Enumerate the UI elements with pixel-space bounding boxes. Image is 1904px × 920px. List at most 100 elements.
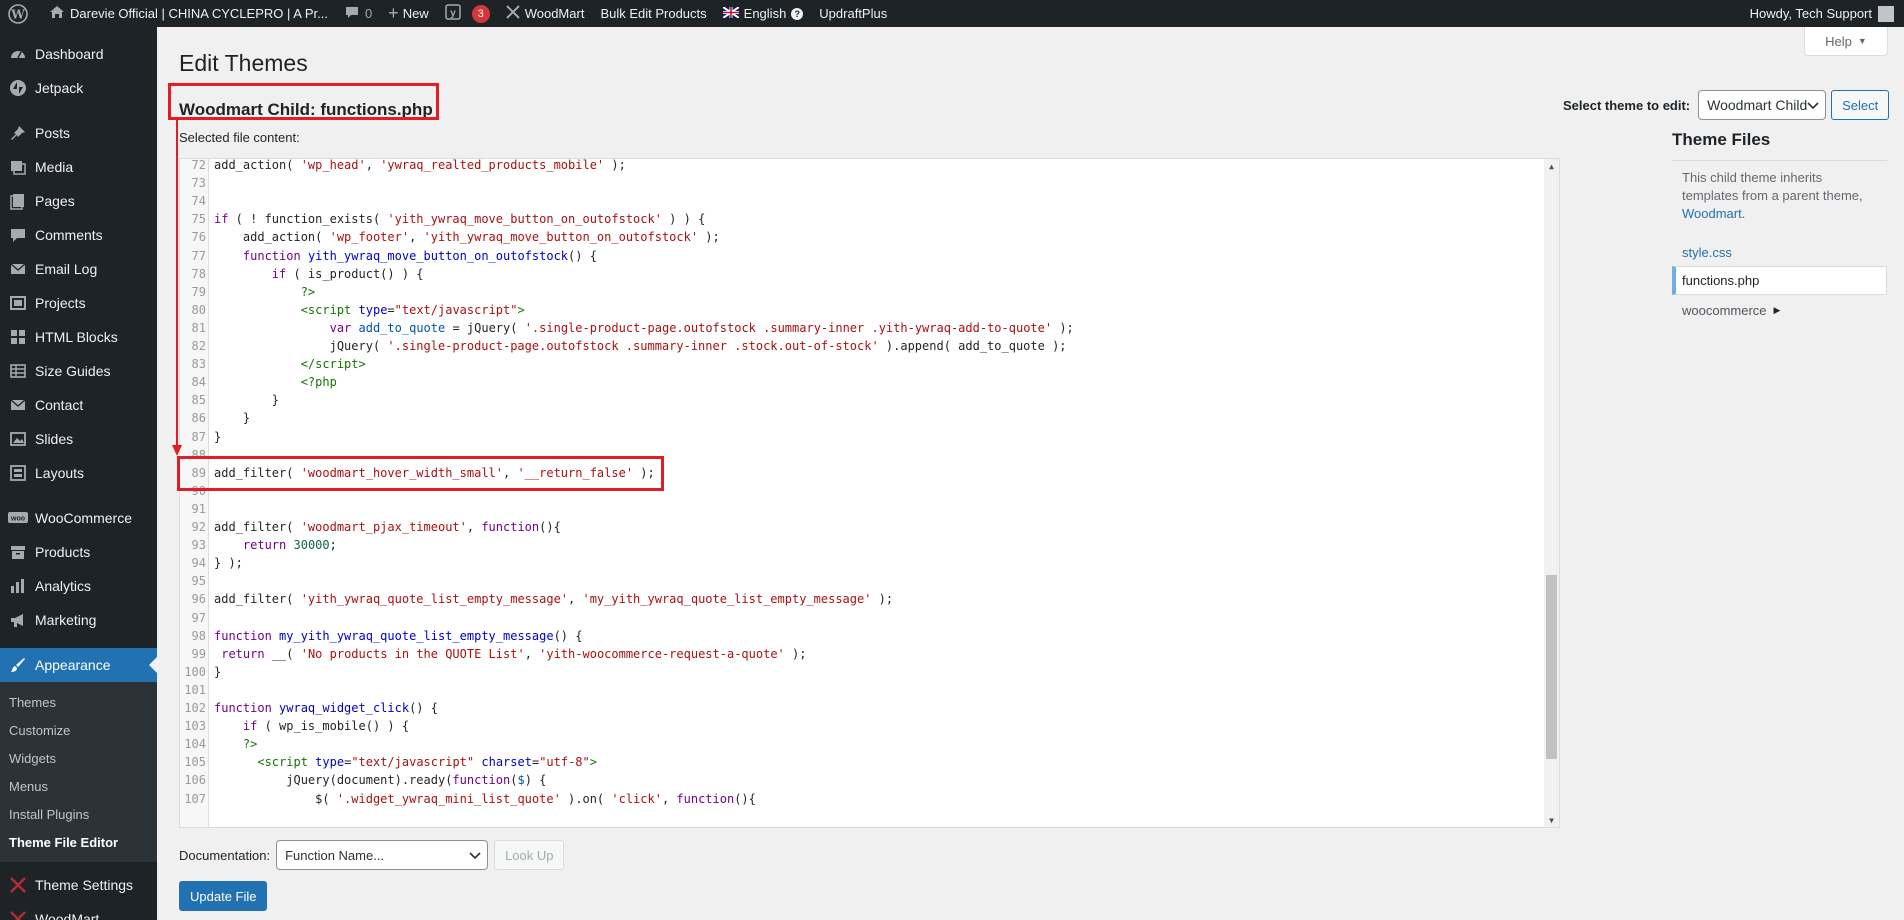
code-line[interactable]: 104 ?>	[180, 735, 1540, 753]
menu-analytics[interactable]: Analytics	[0, 569, 157, 603]
file-style-css[interactable]: style.css	[1672, 239, 1887, 266]
submenu-customize[interactable]: Customize	[0, 717, 157, 745]
menu-comments[interactable]: Comments	[0, 218, 157, 252]
code-line[interactable]: 96 add_filter( 'yith_ywraq_quote_list_emp…	[180, 590, 1540, 608]
code-line[interactable]: 83 </script>	[180, 355, 1540, 373]
code-line[interactable]: 74	[180, 192, 1540, 210]
woodmart-menu[interactable]: WoodMart	[498, 0, 593, 27]
yoast-menu[interactable]: y 3	[437, 0, 498, 27]
code-line[interactable]: 80 <script type="text/javascript">	[180, 301, 1540, 319]
code-line[interactable]: 94} );	[180, 554, 1540, 572]
menu-dashboard[interactable]: Dashboard	[0, 37, 157, 71]
menu-woodmart[interactable]: WoodMart	[0, 902, 157, 920]
chart-icon	[8, 576, 28, 596]
menu-appearance[interactable]: Appearance	[0, 648, 157, 682]
comments-link[interactable]: 0	[336, 0, 380, 27]
submenu-widgets[interactable]: Widgets	[0, 745, 157, 773]
dashboard-icon	[8, 44, 28, 64]
update-file-button[interactable]: Update File	[179, 881, 268, 911]
code-line[interactable]: 91	[180, 500, 1540, 518]
menu-email-log[interactable]: Email Log	[0, 252, 157, 286]
code-line[interactable]: 97	[180, 609, 1540, 627]
lookup-button[interactable]: Look Up	[494, 840, 565, 870]
code-line[interactable]: 98 function my_yith_ywraq_quote_list_empt…	[180, 627, 1540, 645]
admin-bar: W Darevie Official | CHINA CYCLEPRO | A …	[0, 0, 1904, 27]
new-label: New	[402, 6, 429, 21]
menu-marketing[interactable]: Marketing	[0, 603, 157, 637]
appearance-submenu: Themes Customize Widgets Menus Install P…	[0, 682, 157, 862]
submenu-themes[interactable]: Themes	[0, 689, 157, 717]
home-icon	[49, 4, 70, 23]
code-line[interactable]: 99 return __( 'No products in the QUOTE …	[180, 645, 1540, 663]
menu-layouts[interactable]: Layouts	[0, 456, 157, 490]
help-tab-button[interactable]: Help ▼	[1804, 27, 1888, 56]
folder-woocommerce[interactable]: woocommerce ▶	[1672, 295, 1887, 326]
menu-theme-settings[interactable]: Theme Settings	[0, 868, 157, 902]
code-line[interactable]: 107 $( '.widget_ywraq_mini_list_quote' )…	[180, 790, 1540, 808]
menu-media[interactable]: Media	[0, 150, 157, 184]
code-line[interactable]: 82 jQuery( '.single-product-page.outofst…	[180, 337, 1540, 355]
code-editor[interactable]: 72 add_action( 'wp_head', 'ywraq_realted_…	[179, 158, 1560, 828]
theme-select[interactable]: Woodmart Child	[1698, 90, 1827, 120]
main-content: Help ▼ Edit Themes Woodmart Child: funct…	[157, 27, 1904, 920]
select-button[interactable]: Select	[1831, 90, 1890, 120]
scroll-up-arrow-icon[interactable]: ▲	[1544, 159, 1559, 173]
menu-pages[interactable]: Pages	[0, 184, 157, 218]
function-name-select[interactable]: Function Name...	[276, 840, 489, 870]
scroll-thumb[interactable]	[1546, 575, 1557, 759]
menu-html-blocks[interactable]: HTML Blocks	[0, 320, 157, 354]
code-text: }	[214, 429, 222, 444]
code-line[interactable]: 93 return 30000;	[180, 536, 1540, 554]
code-text: function ywraq_widget_click() {	[214, 701, 438, 715]
language-label: English	[743, 6, 787, 21]
yoast-icon: y	[444, 3, 468, 24]
site-name-link[interactable]: Darevie Official | CHINA CYCLEPRO | A Pr…	[41, 0, 336, 27]
code-line[interactable]: 101	[180, 681, 1540, 699]
menu-contact[interactable]: Contact	[0, 388, 157, 422]
code-line[interactable]: 85 }	[180, 391, 1540, 409]
code-line[interactable]: 92 add_filter( 'woodmart_pjax_timeout', f…	[180, 518, 1540, 536]
code-line[interactable]: 86 }	[180, 409, 1540, 427]
menu-projects[interactable]: Projects	[0, 286, 157, 320]
line-number: 92	[191, 520, 206, 534]
menu-woocommerce[interactable]: woo WooCommerce	[0, 501, 157, 535]
code-line[interactable]: 73	[180, 174, 1540, 192]
code-line[interactable]: 95	[180, 572, 1540, 590]
howdy-text: Howdy, Tech Support	[1749, 6, 1872, 21]
code-line[interactable]: 77 function yith_ywraq_move_button_on_ou…	[180, 247, 1540, 265]
code-text: add_filter( 'yith_ywraq_quote_list_empty…	[214, 592, 894, 607]
code-line[interactable]: 106 jQuery(document).ready(function($) {	[180, 771, 1540, 789]
code-line[interactable]: 84 <?php	[180, 373, 1540, 391]
code-line[interactable]: 78 if ( is_product() ) {	[180, 265, 1540, 283]
language-switcher[interactable]: English ?	[715, 0, 812, 27]
scroll-down-arrow-icon[interactable]: ▼	[1544, 813, 1559, 827]
new-content-link[interactable]: + New	[380, 0, 437, 27]
code-line[interactable]: 75 if ( ! function_exists( 'yith_ywraq_mo…	[180, 210, 1540, 228]
wordpress-logo-icon[interactable]: W	[0, 0, 41, 27]
code-line[interactable]: 81 var add_to_quote = jQuery( '.single-p…	[180, 319, 1540, 337]
editor-scrollbar[interactable]: ▲ ▼	[1544, 159, 1559, 827]
line-number: 103	[184, 719, 206, 734]
file-functions-php[interactable]: functions.php	[1672, 266, 1887, 295]
menu-products[interactable]: Products	[0, 535, 157, 569]
code-line[interactable]: 102 function ywraq_widget_click() {	[180, 699, 1540, 717]
updraftplus-link[interactable]: UpdraftPlus	[811, 0, 895, 27]
submenu-theme-file-editor[interactable]: Theme File Editor	[0, 829, 157, 857]
code-line[interactable]: 79 ?>	[180, 283, 1540, 301]
submenu-install-plugins[interactable]: Install Plugins	[0, 801, 157, 829]
menu-jetpack[interactable]: Jetpack	[0, 71, 157, 105]
bulk-edit-link[interactable]: Bulk Edit Products	[592, 0, 714, 27]
code-line[interactable]: 103 if ( wp_is_mobile() ) {	[180, 717, 1540, 735]
code-line[interactable]: 105 <script type="text/javascript" chars…	[180, 753, 1540, 771]
svg-text:woo: woo	[10, 516, 25, 523]
menu-slides[interactable]: Slides	[0, 422, 157, 456]
code-line[interactable]: 100}	[180, 663, 1540, 681]
code-line[interactable]: 87}	[180, 428, 1540, 446]
parent-theme-link[interactable]: Woodmart	[1682, 206, 1742, 221]
submenu-menus[interactable]: Menus	[0, 773, 157, 801]
menu-posts[interactable]: Posts	[0, 116, 157, 150]
code-line[interactable]: 76 add_action( 'wp_footer', 'yith_ywraq_…	[180, 228, 1540, 246]
code-line[interactable]: 72 add_action( 'wp_head', 'ywraq_realted_…	[180, 159, 1540, 174]
menu-size-guides[interactable]: Size Guides	[0, 354, 157, 388]
user-account-menu[interactable]: Howdy, Tech Support	[1750, 0, 1894, 27]
